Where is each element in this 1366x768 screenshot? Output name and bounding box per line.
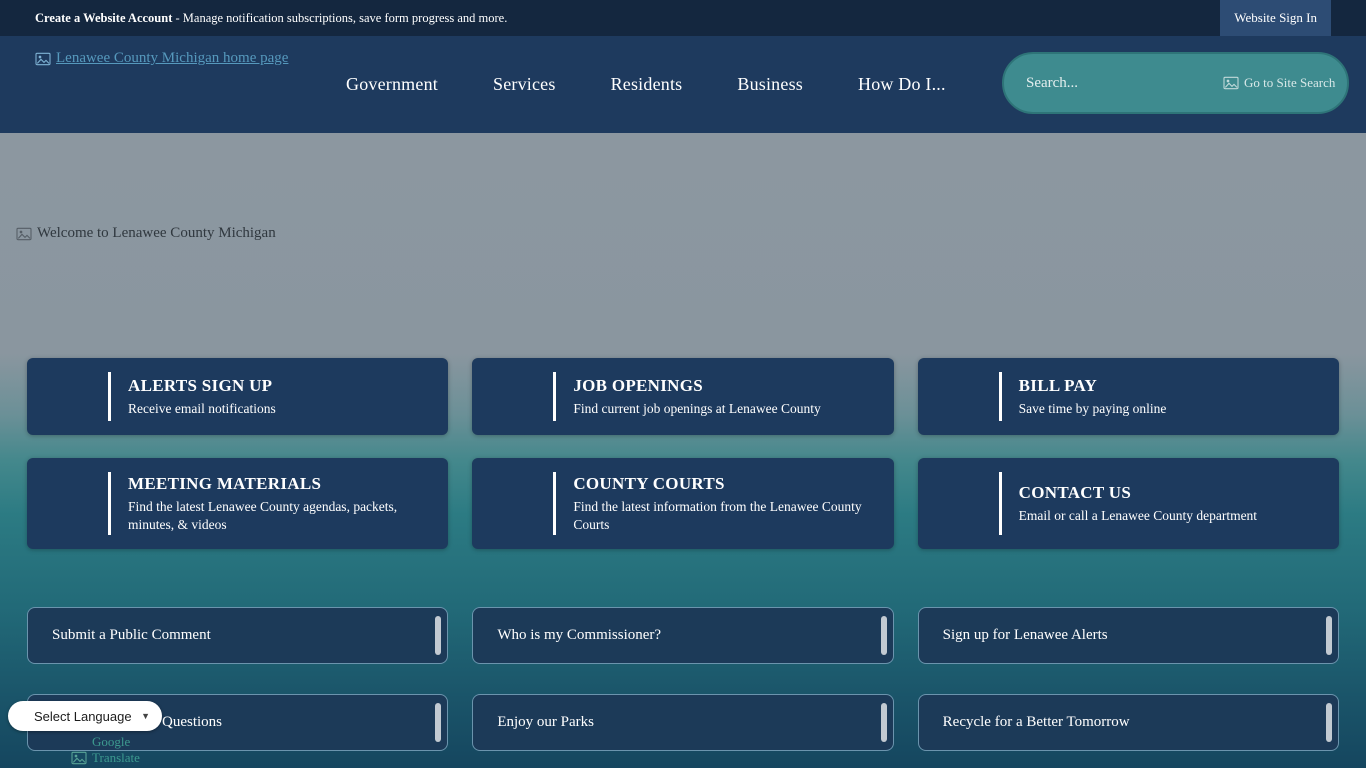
language-select-label: Select Language <box>34 709 132 724</box>
site-header: Lenawee County Michigan home page Govern… <box>0 36 1366 133</box>
hero-image-alt-text: Welcome to Lenawee County Michigan <box>37 225 276 242</box>
card-subtitle: Email or call a Lenawee County departmen… <box>1019 507 1257 525</box>
card-subtitle: Find current job openings at Lenawee Cou… <box>573 400 820 418</box>
decorative-bar <box>435 616 441 655</box>
broken-image-icon <box>71 751 87 765</box>
broken-image-icon <box>1223 76 1239 90</box>
quick-link-public-comment[interactable]: Submit a Public Comment <box>27 607 448 664</box>
site-logo-link[interactable]: Lenawee County Michigan home page <box>35 50 288 67</box>
site-logo-alt-text: Lenawee County Michigan home page <box>56 50 288 67</box>
quick-link-recycle[interactable]: Recycle for a Better Tomorrow <box>918 694 1339 751</box>
card-subtitle: Receive email notifications <box>128 400 276 418</box>
decorative-bar <box>1326 703 1332 742</box>
quick-link-label: Recycle for a Better Tomorrow <box>943 714 1130 731</box>
quick-link-label: Who is my Commissioner? <box>497 627 661 644</box>
nav-services[interactable]: Services <box>493 74 556 95</box>
search-input[interactable] <box>1026 75 1196 92</box>
account-promo-bold: Create a Website Account <box>35 11 172 25</box>
quick-link-parks[interactable]: Enjoy our Parks <box>472 694 893 751</box>
card-job-openings[interactable]: JOB OPENINGS Find current job openings a… <box>472 358 893 435</box>
website-sign-in-button[interactable]: Website Sign In <box>1220 0 1331 36</box>
quick-link-label: Sign up for Lenawee Alerts <box>943 627 1108 644</box>
card-contact-us[interactable]: CONTACT US Email or call a Lenawee Count… <box>918 458 1339 549</box>
google-translate-alt-text: Google Translate Translate <box>92 734 140 768</box>
card-subtitle: Find the latest information from the Len… <box>573 498 873 533</box>
broken-image-icon <box>35 52 51 66</box>
search-button[interactable]: Go to Site Search <box>1223 75 1335 91</box>
card-county-courts[interactable]: COUNTY COURTS Find the latest informatio… <box>472 458 893 549</box>
card-title: COUNTY COURTS <box>573 474 873 494</box>
nav-how-do-i[interactable]: How Do I... <box>858 74 946 95</box>
search-button-alt-text: Go to Site Search <box>1244 75 1335 91</box>
card-bill-pay[interactable]: BILL PAY Save time by paying online <box>918 358 1339 435</box>
search-box: Go to Site Search <box>1002 52 1349 114</box>
account-promo-rest: - Manage notification subscriptions, sav… <box>172 11 507 25</box>
card-subtitle: Save time by paying online <box>1019 400 1167 418</box>
broken-image-icon <box>16 227 32 241</box>
quick-link-alerts[interactable]: Sign up for Lenawee Alerts <box>918 607 1339 664</box>
card-title: JOB OPENINGS <box>573 376 820 396</box>
quick-link-label: Submit a Public Comment <box>52 627 211 644</box>
card-title: BILL PAY <box>1019 376 1167 396</box>
card-subtitle: Find the latest Lenawee County agendas, … <box>128 498 428 533</box>
topbar: Create a Website Account - Manage notifi… <box>0 0 1366 36</box>
decorative-bar <box>881 703 887 742</box>
decorative-bar <box>435 703 441 742</box>
card-alerts-sign-up[interactable]: ALERTS SIGN UP Receive email notificatio… <box>27 358 448 435</box>
quick-links: Submit a Public Comment Who is my Commis… <box>27 607 1339 751</box>
card-title: MEETING MATERIALS <box>128 474 428 494</box>
quick-link-commissioner[interactable]: Who is my Commissioner? <box>472 607 893 664</box>
decorative-bar <box>1326 616 1332 655</box>
main-nav: Government Services Residents Business H… <box>346 36 946 133</box>
account-promo-text: Create a Website Account - Manage notifi… <box>35 11 507 26</box>
nav-business[interactable]: Business <box>737 74 803 95</box>
card-meeting-materials[interactable]: MEETING MATERIALS Find the latest Lenawe… <box>27 458 448 549</box>
google-translate-attribution[interactable]: Google Translate Translate <box>71 734 140 768</box>
language-select[interactable]: Select Language ▼ <box>8 701 162 731</box>
decorative-bar <box>881 616 887 655</box>
page: Create a Website Account - Manage notifi… <box>0 0 1366 768</box>
feature-cards: ALERTS SIGN UP Receive email notificatio… <box>27 358 1339 549</box>
card-title: CONTACT US <box>1019 483 1257 503</box>
hero-image-placeholder: Welcome to Lenawee County Michigan <box>16 225 276 242</box>
nav-residents[interactable]: Residents <box>611 74 683 95</box>
nav-government[interactable]: Government <box>346 74 438 95</box>
quick-link-label: Enjoy our Parks <box>497 714 594 731</box>
chevron-down-icon: ▼ <box>141 711 150 721</box>
card-title: ALERTS SIGN UP <box>128 376 276 396</box>
